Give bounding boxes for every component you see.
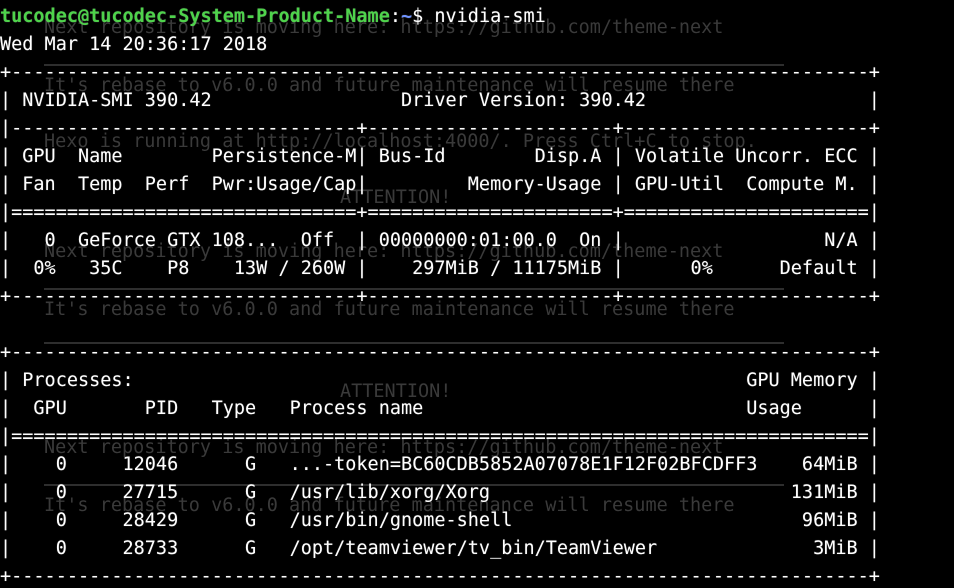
process-row: | 0 28429 G /usr/bin/gnome-shell 96MiB | — [0, 510, 880, 531]
table-border-bottom: +-------------------------------+-------… — [0, 286, 880, 307]
prompt-path: ~ — [400, 6, 413, 27]
gpu-info-row-2: | 0% 35C P8 13W / 260W | 297MiB / 11175M… — [0, 258, 880, 279]
prompt-command: nvidia-smi — [434, 6, 546, 27]
table-divider: |-------------------------------+-------… — [0, 118, 880, 139]
table-double-divider: |===============================+=======… — [0, 202, 880, 223]
process-row: | 0 27715 G /usr/lib/xorg/Xorg 131MiB | — [0, 482, 880, 503]
smi-version-row: | NVIDIA-SMI 390.42 Driver Version: 390.… — [0, 90, 880, 111]
gpu-header-row-2: | Fan Temp Perf Pwr:Usage/Cap| Memory-Us… — [0, 174, 880, 195]
processes-border-top: +---------------------------------------… — [0, 342, 880, 363]
processes-title-row: | Processes: GPU Memory | — [0, 370, 880, 391]
prompt-user-host: tucodec@tucodec-System-Product-Name — [0, 6, 390, 27]
gpu-header-row-1: | GPU Name Persistence-M| Bus-Id Disp.A … — [0, 146, 880, 167]
timestamp-line: Wed Mar 14 20:36:17 2018 — [0, 34, 268, 55]
gpu-info-row-1: | 0 GeForce GTX 108... Off | 00000000:01… — [0, 230, 880, 251]
process-row: | 0 28733 G /opt/teamviewer/tv_bin/TeamV… — [0, 538, 880, 559]
table-border-top: +---------------------------------------… — [0, 62, 880, 83]
prompt-separator: : — [389, 6, 401, 27]
processes-border-bottom: +---------------------------------------… — [0, 566, 880, 587]
prompt-symbol: $ — [412, 6, 435, 27]
process-row: | 0 12046 G ...-token=BC60CDB5852A07078E… — [0, 454, 880, 475]
command-prompt-line: tucodec@tucodec-System-Product-Name:~$ n… — [0, 3, 880, 31]
terminal-output[interactable]: tucodec@tucodec-System-Product-Name:~$ n… — [0, 3, 880, 588]
processes-double-divider: |=======================================… — [0, 426, 880, 447]
processes-header-row: | GPU PID Type Process name Usage | — [0, 398, 880, 419]
terminal-window[interactable]: Next repository is moving here: https://… — [0, 0, 954, 588]
